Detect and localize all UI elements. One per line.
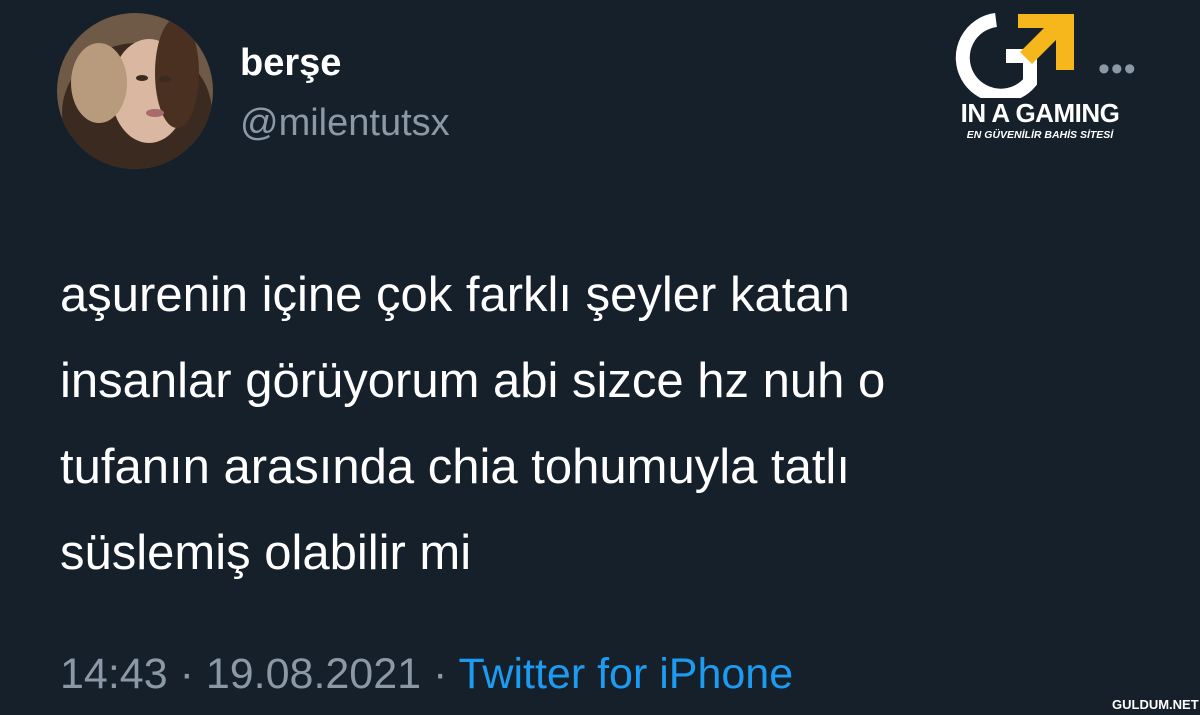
tweet-line: aşurenin içine çok farklı şeyler katan [60, 268, 850, 322]
tweet-meta: 14:43 · 19.08.2021 · Twitter for iPhone [60, 650, 793, 699]
tweet-time[interactable]: 14:43 [60, 650, 168, 698]
logo-subtitle: EN GÜVENİLİR BAHİS SİTESİ [966, 129, 1114, 141]
watermark: GULDUM.NET [1112, 697, 1199, 712]
user-handle[interactable]: @milentutsx [240, 102, 450, 145]
more-options-icon[interactable]: ••• [1098, 50, 1137, 89]
meta-separator: · [433, 650, 448, 698]
tweet-line: insanlar görüyorum abi sizce hz nuh o [60, 354, 886, 408]
tweet-line: süslemiş olabilir mi [60, 526, 472, 580]
avatar[interactable] [57, 13, 213, 169]
tweet-source-link[interactable]: Twitter for iPhone [459, 650, 794, 698]
meta-separator: · [179, 650, 194, 698]
logo-title: IN A GAMING [960, 98, 1120, 128]
tweet-text: aşurenin içine çok farklı şeyler katan i… [60, 252, 1160, 596]
tweet-date[interactable]: 19.08.2021 [206, 650, 421, 698]
tweet-line: tufanın arasında chia tohumuyla tatlı [60, 440, 850, 494]
display-name[interactable]: berşe [240, 42, 341, 85]
